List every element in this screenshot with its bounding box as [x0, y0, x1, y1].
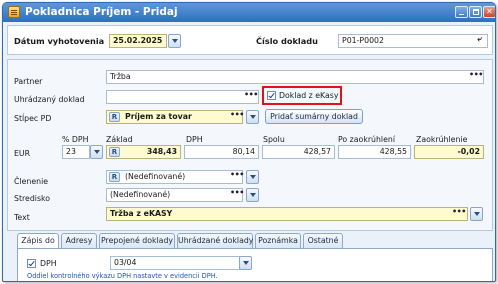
window: Pokladnica Príjem - Pridaj ✕ Dátum vyhot…	[2, 2, 496, 282]
chevron-down-icon	[171, 39, 178, 43]
tab-uhradzane-doklady[interactable]: Uhrádzané doklady	[177, 233, 253, 248]
column-value: Príjem za tovar	[125, 112, 192, 121]
rounding-field[interactable]: -0,02	[414, 145, 484, 159]
total-value: 428,57	[303, 147, 331, 156]
partner-field[interactable]: Tržba	[106, 70, 484, 84]
center-value: (Nedefinované)	[110, 190, 171, 199]
chevron-down-icon	[249, 193, 256, 197]
paid-doc-field[interactable]	[106, 90, 259, 104]
dph-label: DPH	[40, 259, 57, 268]
vat-value: 80,14	[232, 147, 255, 156]
maximize-icon	[473, 9, 479, 15]
division-dropdown-button[interactable]	[246, 170, 259, 184]
date-field[interactable]: 25.02.2025	[109, 34, 167, 48]
chevron-down-icon	[249, 115, 256, 119]
vat-field[interactable]: 80,14	[184, 145, 259, 159]
ekasy-label: Doklad z eKasy	[279, 91, 339, 100]
column-field[interactable]: R Príjem za tovar	[106, 110, 243, 124]
center-dropdown-button[interactable]	[246, 188, 259, 202]
check-icon	[268, 91, 275, 99]
total-field[interactable]: 428,57	[262, 145, 335, 159]
add-summary-button[interactable]: Pridať sumárny doklad	[265, 109, 363, 124]
date-picker-button[interactable]	[168, 34, 181, 48]
date-label: Dátum vyhotovenia	[14, 36, 105, 46]
vat-pct-value: 23	[66, 147, 76, 156]
column-badge: R	[109, 112, 120, 122]
vat-label: DPH	[186, 135, 203, 144]
division-badge: R	[109, 172, 120, 182]
chevron-down-icon	[93, 150, 100, 154]
base-field[interactable]: R 348,43	[106, 145, 181, 159]
dph-dropdown-button[interactable]	[239, 256, 252, 270]
vat-pct-field[interactable]: 23	[62, 145, 90, 159]
center-label: Stredisko	[14, 194, 51, 203]
column-dropdown-button[interactable]	[246, 110, 259, 124]
rounding-label: Zaokrúhlenie	[416, 135, 468, 144]
cash-register-icon	[8, 6, 20, 18]
tab-panel-zapis-do: DPH 03/04 Oddiel kontrolného výkazu DPH …	[17, 248, 493, 281]
tab-adresy[interactable]: Adresy	[61, 233, 97, 248]
column-lookup-icon[interactable]	[230, 111, 243, 123]
chevron-down-icon	[473, 212, 480, 216]
docnum-field[interactable]: P01-P0002	[338, 34, 488, 48]
partner-label: Partner	[14, 77, 43, 86]
division-field[interactable]: R (Nedefinované)	[106, 170, 243, 184]
division-value: (Nedefinované)	[125, 172, 186, 181]
ekasy-checkbox[interactable]	[267, 91, 276, 100]
text-field[interactable]: Tržba z eKASY	[106, 207, 468, 221]
vat-pct-label: % DPH	[62, 135, 89, 144]
docnum-label: Číslo dokladu	[256, 36, 318, 46]
main-panel: Partner Tržba Uhrádzaný doklad Doklad z …	[7, 59, 493, 231]
division-lookup-icon[interactable]	[230, 171, 243, 183]
center-field[interactable]: (Nedefinované)	[106, 188, 243, 202]
after-round-field[interactable]: 428,55	[338, 145, 411, 159]
rounding-value: -0,02	[457, 147, 480, 156]
currency-label: EUR	[14, 149, 31, 158]
dph-hint: Oddiel kontrolného výkazu DPH nastavte v…	[27, 272, 218, 280]
minimize-button[interactable]	[455, 6, 468, 18]
tab-poznamka[interactable]: Poznámka	[255, 233, 301, 248]
tab-ostatne[interactable]: Ostatné	[303, 233, 343, 248]
paid-doc-label: Uhrádzaný doklad	[14, 95, 85, 104]
tab-zapis-do[interactable]: Zápis do	[17, 233, 59, 249]
total-label: Spolu	[263, 135, 285, 144]
text-value: Tržba z eKASY	[110, 209, 173, 218]
column-label: Stĺpec PD	[14, 114, 52, 123]
chevron-down-icon	[249, 175, 256, 179]
minimize-icon	[459, 14, 464, 15]
close-icon: ✕	[486, 7, 493, 16]
tab-prepojene-doklady[interactable]: Prepojené doklady	[99, 233, 175, 248]
text-lookup-icon[interactable]	[452, 208, 465, 220]
close-button[interactable]: ✕	[483, 6, 495, 18]
paid-doc-lookup-icon[interactable]	[244, 91, 257, 103]
base-badge: R	[109, 147, 120, 157]
docnum-value: P01-P0002	[342, 36, 384, 45]
window-title: Pokladnica Príjem - Pridaj	[25, 6, 178, 18]
chevron-down-icon	[242, 261, 249, 265]
header-panel: Dátum vyhotovenia 25.02.2025 Číslo dokla…	[7, 25, 493, 55]
division-label: Členenie	[14, 177, 49, 186]
base-value: 348,43	[146, 147, 177, 156]
title-bar[interactable]: Pokladnica Príjem - Pridaj ✕	[3, 3, 495, 22]
text-dropdown-button[interactable]	[470, 207, 483, 221]
after-round-value: 428,55	[379, 147, 407, 156]
dph-checkbox[interactable]	[27, 259, 36, 268]
check-icon	[28, 259, 35, 267]
base-label: Základ	[106, 135, 133, 144]
after-round-label: Po zaokrúhlení	[338, 135, 395, 144]
vat-pct-dropdown-button[interactable]	[90, 145, 103, 159]
partner-lookup-icon[interactable]	[469, 71, 482, 83]
maximize-button[interactable]	[469, 6, 482, 18]
center-lookup-icon[interactable]	[230, 189, 243, 201]
text-label: Text	[14, 213, 30, 222]
dph-value: 03/04	[114, 258, 137, 267]
dph-field[interactable]: 03/04	[110, 256, 240, 270]
docnum-reset-icon[interactable]: ⤶	[473, 35, 486, 47]
partner-value: Tržba	[110, 72, 131, 81]
